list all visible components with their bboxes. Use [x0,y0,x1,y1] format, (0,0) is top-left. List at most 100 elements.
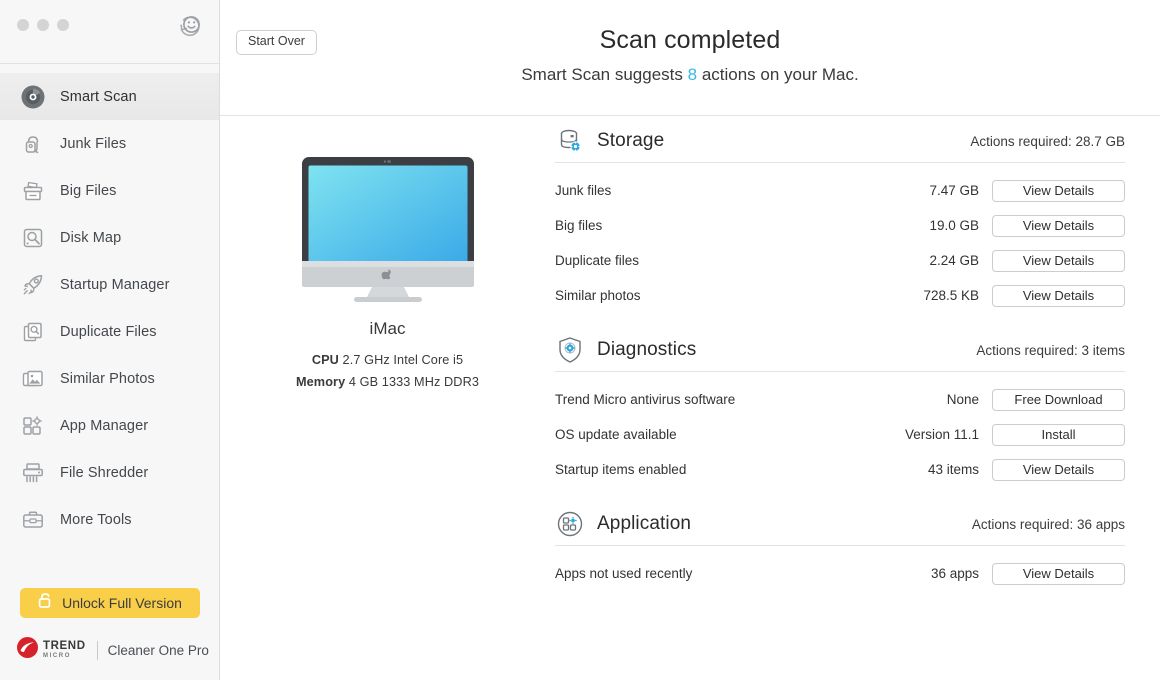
sidebar: Smart Scan Junk Files Big Files Disk Map… [0,0,220,680]
sidebar-item-more-tools[interactable]: More Tools [0,496,219,543]
sidebar-item-smart-scan[interactable]: Smart Scan [0,73,219,120]
content-body: iMac CPU 2.7 GHz Intel Core i5 Memory 4 … [220,116,1160,679]
section-diagnostics: Diagnostics Actions required: 3 items Tr… [555,325,1125,487]
free-download-button[interactable]: Free Download [992,388,1125,411]
sidebar-item-label: Smart Scan [60,88,137,105]
sidebar-item-duplicate-files[interactable]: Duplicate Files [0,308,219,355]
device-cpu-spec: CPU 2.7 GHz Intel Core i5 [220,353,555,367]
sidebar-item-label: File Shredder [60,464,149,481]
row-label: Similar photos [555,288,641,303]
page-subtitle: Smart Scan suggests 8 actions on your Ma… [220,65,1160,85]
trend-micro-wordmark: TREND MICRO [43,639,86,660]
memory-label: Memory [295,375,346,389]
similar-photos-icon [19,365,47,393]
sidebar-item-label: Similar Photos [60,370,155,387]
row-value: Version 11.1 [904,427,979,442]
brand-footer: TREND MICRO Cleaner One Pro [16,636,209,664]
sidebar-item-big-files[interactable]: Big Files [0,167,219,214]
section-header: Diagnostics Actions required: 3 items [555,325,1125,371]
smart-scan-icon [19,83,47,111]
device-name: iMac [369,319,406,338]
file-shredder-icon [19,459,47,487]
view-details-button[interactable]: View Details [992,458,1125,481]
unlock-padlock-icon [38,592,53,614]
junk-files-icon [19,130,47,158]
row-value: 728.5 KB [923,288,979,303]
app-manager-icon [19,412,47,440]
product-name: Cleaner One Pro [107,642,209,658]
sidebar-nav: Smart Scan Junk Files Big Files Disk Map… [0,64,219,543]
row-value: 43 items [927,462,979,477]
device-panel: iMac CPU 2.7 GHz Intel Core i5 Memory 4 … [220,116,555,679]
sidebar-item-junk-files[interactable]: Junk Files [0,120,219,167]
row-label: Big files [555,218,603,233]
sidebar-item-label: Duplicate Files [60,323,157,340]
minimize-button[interactable] [37,19,49,31]
sidebar-item-label: Disk Map [60,229,122,246]
row-label: Duplicate files [555,253,640,268]
sidebar-item-label: Startup Manager [60,276,170,293]
header: Start Over Scan completed Smart Scan sug… [220,0,1160,116]
row-value: 7.47 GB [929,183,979,198]
header-text-block: Scan completed Smart Scan suggests 8 act… [220,26,1160,85]
trend-micro-logo-icon [16,636,39,664]
brand-divider [96,640,98,660]
memory-value: 4 GB 1333 MHz DDR3 [345,375,479,389]
sidebar-item-app-manager[interactable]: App Manager [0,402,219,449]
cpu-label: CPU [311,353,339,367]
result-row: Big files 19.0 GB View Details [555,208,1125,243]
install-button[interactable]: Install [992,423,1125,446]
storage-database-icon [555,126,585,156]
view-details-button[interactable]: View Details [992,179,1125,202]
brand-vendor-line1: TREND [43,639,86,652]
unlock-full-version-button[interactable]: Unlock Full Version [20,588,200,618]
view-details-button[interactable]: View Details [992,249,1125,272]
big-files-icon [19,177,47,205]
result-row: Junk files 7.47 GB View Details [555,173,1125,208]
window-controls[interactable] [17,19,69,31]
section-title: Application [597,513,692,534]
more-tools-icon [19,506,47,534]
disk-map-icon [19,224,47,252]
row-label: Apps not used recently [555,566,693,581]
sidebar-item-label: More Tools [60,511,132,528]
sidebar-item-startup-manager[interactable]: Startup Manager [0,261,219,308]
row-label: Trend Micro antivirus software [555,392,736,407]
sidebar-item-file-shredder[interactable]: File Shredder [0,449,219,496]
close-button[interactable] [17,19,29,31]
section-actions-required: Actions required: 3 items [976,342,1125,358]
app-window: Smart Scan Junk Files Big Files Disk Map… [0,0,1160,680]
subtitle-action-count: 8 [687,65,698,84]
results-panel: Storage Actions required: 28.7 GB Junk f… [555,116,1160,679]
cpu-value: 2.7 GHz Intel Core i5 [338,353,464,367]
sidebar-item-disk-map[interactable]: Disk Map [0,214,219,261]
duplicate-files-icon [19,318,47,346]
result-row: Similar photos 728.5 KB View Details [555,278,1125,313]
row-label: Startup items enabled [555,462,687,477]
view-details-button[interactable]: View Details [992,214,1125,237]
sidebar-item-similar-photos[interactable]: Similar Photos [0,355,219,402]
section-application: Application Actions required: 36 apps Ap… [555,499,1125,591]
application-grid-icon [555,509,585,539]
section-header: Application Actions required: 36 apps [555,499,1125,545]
brand-vendor-line2: MICRO [43,653,71,660]
titlebar [0,0,219,63]
imac-illustration-icon [301,157,474,307]
section-actions-required: Actions required: 36 apps [971,516,1125,532]
section-actions-required: Actions required: 28.7 GB [970,133,1125,149]
sidebar-item-label: Junk Files [60,135,127,152]
result-row: Trend Micro antivirus software None Free… [555,382,1125,417]
startup-manager-icon [19,271,47,299]
result-row: OS update available Version 11.1 Install [555,417,1125,452]
view-details-button[interactable]: View Details [992,284,1125,307]
section-storage: Storage Actions required: 28.7 GB Junk f… [555,116,1125,313]
maximize-button[interactable] [57,19,69,31]
smiley-feedback-icon[interactable] [177,13,203,39]
section-title: Storage [597,130,665,151]
diagnostics-shield-icon [555,335,585,365]
sidebar-item-label: App Manager [60,417,149,434]
result-row: Apps not used recently 36 apps View Deta… [555,556,1125,591]
view-details-button[interactable]: View Details [992,562,1125,585]
row-value: 36 apps [930,566,979,581]
subtitle-prefix: Smart Scan suggests [521,65,688,84]
